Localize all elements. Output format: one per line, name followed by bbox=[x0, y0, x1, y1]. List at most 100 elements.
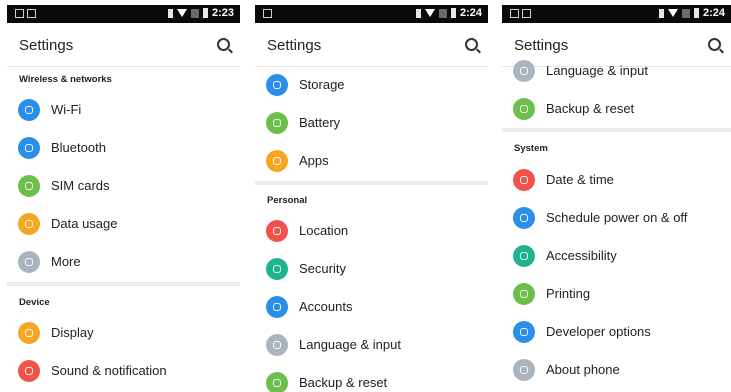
settings-item-storage[interactable]: Storage bbox=[255, 67, 488, 105]
settings-item-label: About phone bbox=[546, 362, 620, 377]
wifi-status-icon bbox=[424, 9, 435, 17]
settings-list: Storage Battery Apps Personal Location S… bbox=[255, 67, 488, 392]
info-icon bbox=[513, 359, 535, 381]
section-header-wireless: Wireless & networks bbox=[19, 74, 112, 85]
backup-icon bbox=[266, 372, 288, 392]
bluetooth-status-icon bbox=[167, 8, 173, 18]
settings-item-label: Security bbox=[299, 261, 346, 276]
settings-item-accessibility[interactable]: Accessibility bbox=[502, 238, 731, 276]
settings-item-label: Language & input bbox=[299, 337, 401, 352]
battery-icon bbox=[266, 112, 288, 134]
settings-list: Language & input Backup & reset System D… bbox=[502, 60, 731, 392]
app-bar: Settings bbox=[7, 23, 240, 67]
search-icon[interactable] bbox=[708, 38, 721, 51]
printer-icon bbox=[513, 283, 535, 305]
battery-status-icon bbox=[693, 8, 699, 18]
accessibility-icon bbox=[513, 245, 535, 267]
status-bar: 2:24 bbox=[502, 5, 731, 23]
settings-item-about-phone[interactable]: About phone bbox=[502, 352, 731, 390]
settings-item-label: Wi-Fi bbox=[51, 102, 82, 117]
settings-item-label: Date & time bbox=[546, 172, 614, 187]
settings-item-security[interactable]: Security bbox=[255, 251, 488, 289]
settings-item-label: Display bbox=[51, 325, 94, 340]
settings-item-schedule-power[interactable]: Schedule power on & off bbox=[502, 200, 731, 238]
data-usage-icon bbox=[18, 213, 40, 235]
search-icon[interactable] bbox=[217, 38, 230, 51]
display-icon bbox=[18, 322, 40, 344]
settings-item-label: Schedule power on & off bbox=[546, 210, 688, 225]
settings-item-label: SIM cards bbox=[51, 178, 110, 193]
settings-item-backup-reset[interactable]: Backup & reset bbox=[255, 365, 488, 392]
settings-item-backup-reset[interactable]: Backup & reset bbox=[502, 91, 731, 129]
status-time: 2:23 bbox=[211, 7, 234, 19]
settings-item-label: Battery bbox=[299, 115, 341, 130]
apps-icon bbox=[266, 150, 288, 172]
settings-item-apps[interactable]: Apps bbox=[255, 143, 488, 181]
more-icon bbox=[18, 251, 40, 273]
settings-item-label: Bluetooth bbox=[51, 140, 106, 155]
power-icon bbox=[513, 207, 535, 229]
signal-icon bbox=[438, 8, 447, 18]
settings-item-more[interactable]: More bbox=[7, 244, 240, 282]
page-title: Settings bbox=[514, 37, 569, 54]
bluetooth-status-icon bbox=[658, 8, 664, 18]
settings-item-label: Storage bbox=[299, 77, 345, 92]
settings-item-printing[interactable]: Printing bbox=[502, 276, 731, 314]
notification-icons bbox=[263, 9, 275, 21]
settings-item-label: Backup & reset bbox=[299, 375, 388, 390]
security-icon bbox=[266, 258, 288, 280]
settings-item-display[interactable]: Display bbox=[7, 315, 240, 353]
page-title: Settings bbox=[19, 37, 74, 54]
settings-item-label: Apps bbox=[299, 153, 329, 168]
bluetooth-status-icon bbox=[415, 8, 421, 18]
settings-item-label: More bbox=[51, 254, 81, 269]
wifi-status-icon bbox=[176, 9, 187, 17]
settings-item-accounts[interactable]: Accounts bbox=[255, 289, 488, 327]
phone-screen-2: 2:24 Settings Storage Battery Apps Perso… bbox=[255, 0, 488, 392]
signal-icon bbox=[681, 8, 690, 18]
app-bar: Settings bbox=[255, 23, 488, 67]
settings-list: Wireless & networks Wi-Fi Bluetooth SIM … bbox=[7, 67, 240, 392]
settings-item-location[interactable]: Location bbox=[255, 213, 488, 251]
settings-item-data-usage[interactable]: Data usage bbox=[7, 206, 240, 244]
section-divider bbox=[255, 181, 488, 185]
phone-screen-3: 2:24 Settings Language & input Backup & … bbox=[502, 0, 731, 392]
settings-item-date-time[interactable]: Date & time bbox=[502, 162, 731, 200]
developer-icon bbox=[513, 321, 535, 343]
section-header-device: Device bbox=[19, 297, 50, 308]
sim-card-icon bbox=[18, 175, 40, 197]
battery-status-icon bbox=[202, 8, 208, 18]
settings-item-bluetooth[interactable]: Bluetooth bbox=[7, 130, 240, 168]
settings-item-label: Printing bbox=[546, 286, 591, 301]
bluetooth-icon bbox=[18, 137, 40, 159]
section-header-personal: Personal bbox=[267, 195, 308, 206]
settings-item-language-input[interactable]: Language & input bbox=[255, 327, 488, 365]
language-icon bbox=[513, 60, 535, 82]
section-divider bbox=[502, 128, 731, 132]
status-bar: 2:24 bbox=[255, 5, 488, 23]
section-divider bbox=[7, 282, 240, 286]
settings-item-sound-notification[interactable]: Sound & notification bbox=[7, 353, 240, 391]
settings-item-wifi[interactable]: Wi-Fi bbox=[7, 92, 240, 130]
settings-item-developer-options[interactable]: Developer options bbox=[502, 314, 731, 352]
page-title: Settings bbox=[267, 37, 322, 54]
notification-icons bbox=[15, 9, 39, 21]
sound-icon bbox=[18, 360, 40, 382]
battery-status-icon bbox=[450, 8, 456, 18]
search-icon[interactable] bbox=[465, 38, 478, 51]
settings-item-label: Developer options bbox=[546, 324, 651, 339]
settings-item-label: Language & input bbox=[546, 63, 648, 78]
signal-icon bbox=[190, 8, 199, 18]
settings-item-language-input[interactable]: Language & input bbox=[502, 53, 731, 91]
settings-item-battery[interactable]: Battery bbox=[255, 105, 488, 143]
language-icon bbox=[266, 334, 288, 356]
backup-icon bbox=[513, 98, 535, 120]
settings-item-sim-cards[interactable]: SIM cards bbox=[7, 168, 240, 206]
status-time: 2:24 bbox=[702, 7, 725, 19]
settings-item-label: Data usage bbox=[51, 216, 118, 231]
wifi-icon bbox=[18, 99, 40, 121]
settings-item-label: Accounts bbox=[299, 299, 353, 314]
phone-screen-1: 2:23 Settings Wireless & networks Wi-Fi … bbox=[7, 0, 240, 392]
section-header-system: System bbox=[514, 143, 548, 154]
location-icon bbox=[266, 220, 288, 242]
